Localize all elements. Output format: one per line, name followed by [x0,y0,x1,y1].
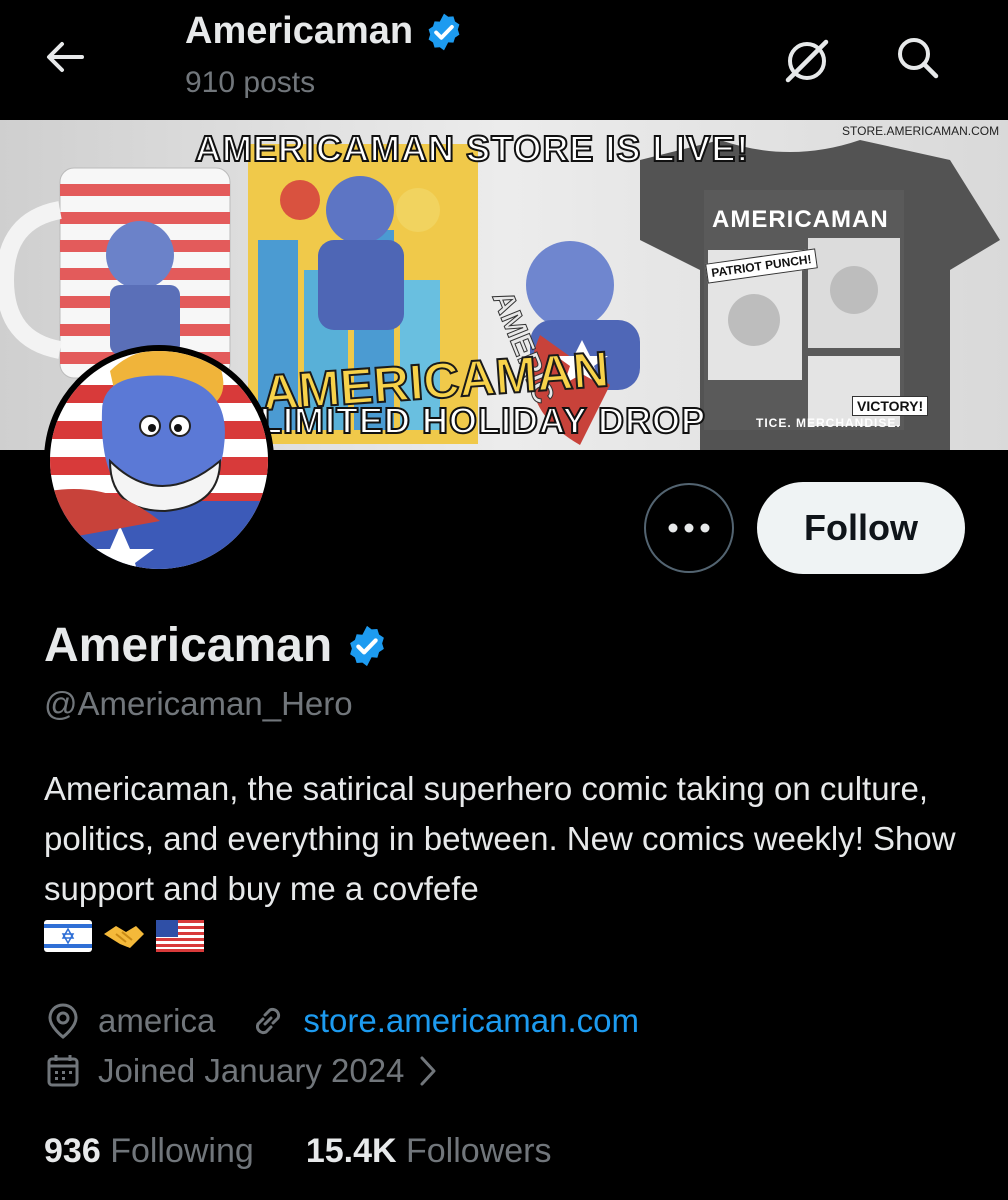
location-text: america [98,1002,216,1039]
following-stat[interactable]: 936 Following [44,1132,254,1171]
bio-emojis [44,920,974,952]
followers-count: 15.4K [305,1132,397,1170]
handshake-icon [104,926,144,948]
calendar-icon [47,1055,79,1087]
header-title: Americaman [185,10,465,53]
profile-meta-row-1: america store.americaman.com [44,1002,639,1040]
avatar-artwork [50,351,268,569]
following-label: Following [110,1132,254,1170]
back-button[interactable] [40,32,90,82]
search-button[interactable] [890,30,946,86]
chevron-right-icon[interactable] [418,1054,438,1088]
joined-text: Joined January 2024 [98,1052,405,1089]
shirt-victory: VICTORY! [852,396,929,416]
follow-button[interactable]: Follow [757,482,965,574]
follow-stats: 936 Following 15.4K Followers [44,1132,551,1171]
profile-display-name: Americaman [44,618,390,673]
flag-israel-icon [44,920,92,952]
banner-url: STORE.AMERICAMAN.COM [842,124,1000,138]
profile-meta-row-2: Joined January 2024 [44,1052,438,1090]
post-count: 910 posts [185,66,316,99]
avatar-image [50,351,268,569]
more-options-button[interactable] [644,483,734,573]
followers-label: Followers [406,1132,552,1170]
display-name-text: Americaman [44,619,333,672]
profile-bio: Americaman, the satirical superhero comi… [44,764,974,952]
banner-footer: LIMITED HOLIDAY DROP [259,399,707,442]
grok-button[interactable] [780,34,834,88]
location-pin-icon [48,1003,78,1039]
arrow-left-icon [47,42,84,72]
grok-icon [785,39,829,83]
ellipsis-icon [668,523,710,533]
verified-badge-icon[interactable] [344,623,390,669]
website-link[interactable]: store.americaman.com [303,1002,639,1040]
bio-text: Americaman, the satirical superhero comi… [44,770,956,907]
profile-handle: @Americaman_Hero [44,685,353,722]
header-name: Americaman [185,10,414,52]
avatar[interactable] [44,345,274,575]
top-bar: Americaman 910 posts [0,0,1008,120]
followers-stat[interactable]: 15.4K Followers [306,1132,552,1171]
shirt-title: AMERICAMAN [712,206,889,233]
banner-headline: AMERICAMAN STORE IS LIVE! [194,127,750,170]
search-icon [898,38,939,79]
flag-usa-icon [156,920,204,952]
verified-badge-icon [428,13,460,50]
link-icon [256,1007,281,1035]
shirt-merch: TICE. MERCHANDISE. [756,416,901,430]
following-count: 936 [44,1132,101,1170]
